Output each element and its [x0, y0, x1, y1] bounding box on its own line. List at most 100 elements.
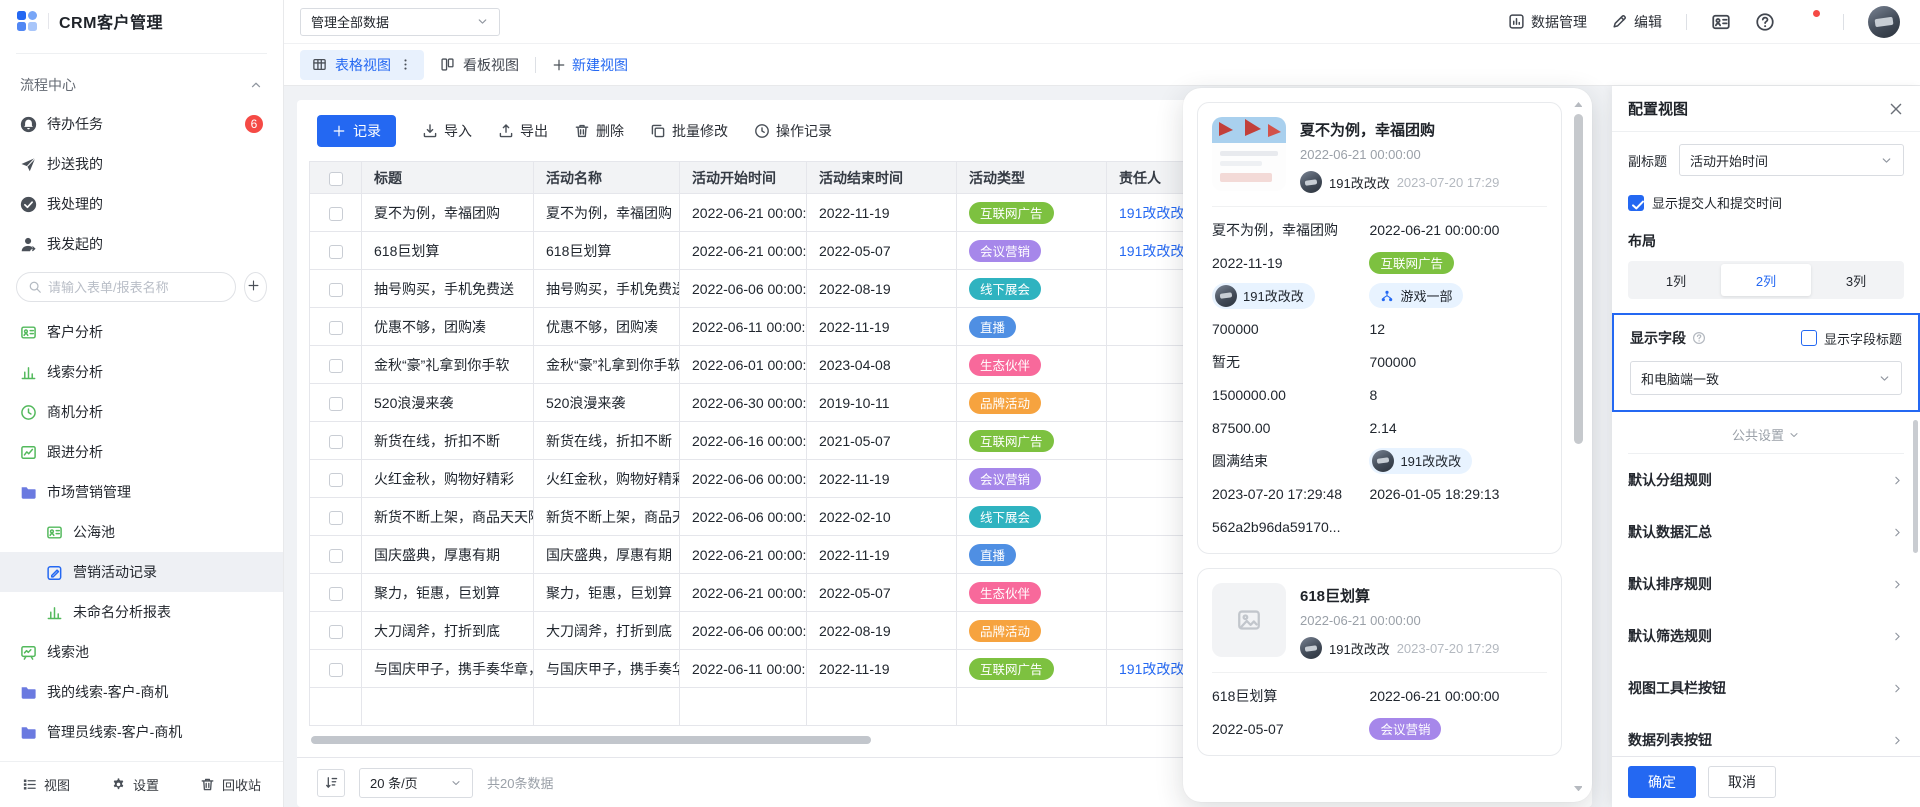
sidebar-footer-recycle-bin[interactable]: 回收站 — [200, 775, 261, 794]
scrollbar-thumb[interactable] — [1574, 114, 1583, 444]
row-checkbox[interactable] — [329, 321, 343, 335]
sidebar-section-process-center[interactable]: 流程中心 — [0, 66, 283, 104]
subtitle-select[interactable]: 活动开始时间 — [1679, 144, 1904, 176]
cancel-button[interactable]: 取消 — [1708, 766, 1776, 798]
owner-link[interactable]: 191改改改 — [1119, 661, 1184, 677]
edit-button[interactable]: 编辑 — [1611, 12, 1662, 32]
sidebar-footer-views[interactable]: 视图 — [22, 775, 70, 794]
config-item-default-sort-rule[interactable]: 默认排序规则 — [1628, 558, 1904, 610]
data-scope-select[interactable]: 管理全部数据 — [300, 8, 500, 36]
sidebar-footer-settings[interactable]: 设置 — [111, 775, 159, 794]
config-scrollbar-thumb[interactable] — [1913, 420, 1918, 553]
config-item-default-data-summary[interactable]: 默认数据汇总 — [1628, 506, 1904, 558]
record-card[interactable]: 618巨划算 2022-06-21 00:00:00 191改改改 2023-0… — [1197, 568, 1562, 756]
tab-board-view[interactable]: 看板视图 — [440, 55, 519, 75]
sidebar-item-followup-analysis[interactable]: 跟进分析 — [0, 432, 283, 472]
batch-edit-button[interactable]: 批量修改 — [650, 121, 728, 141]
sidebar-item-marketing-management[interactable]: 市场营销管理 — [0, 472, 283, 512]
show-submitter-option[interactable]: 显示提交人和提交时间 — [1628, 193, 1904, 212]
row-checkbox[interactable] — [329, 549, 343, 563]
checkbox-checked[interactable] — [1628, 195, 1644, 211]
sidebar-item-unnamed-analysis-report[interactable]: 未命名分析报表 — [0, 592, 283, 632]
help-icon[interactable] — [1755, 12, 1775, 32]
cell-activity-type: 直播 — [957, 308, 1107, 346]
checkbox-unchecked[interactable] — [1801, 330, 1817, 346]
scroll-down-arrow-icon[interactable] — [1574, 786, 1583, 792]
scroll-up-arrow-icon[interactable] — [1574, 102, 1583, 108]
row-checkbox[interactable] — [329, 587, 343, 601]
search-input[interactable] — [48, 280, 224, 295]
sidebar-item-lead-pool[interactable]: 线索池 — [0, 632, 283, 672]
row-checkbox[interactable] — [329, 625, 343, 639]
question-circle-icon[interactable] — [1692, 331, 1706, 345]
new-view-button[interactable]: 新建视图 — [552, 55, 628, 75]
operation-log-button[interactable]: 操作记录 — [754, 121, 832, 141]
config-item-default-filter-rule[interactable]: 默认筛选规则 — [1628, 610, 1904, 662]
form-search-box[interactable] — [16, 272, 236, 302]
sidebar-item-handled-by-me[interactable]: 我处理的 — [0, 184, 283, 224]
layout-option-2-col[interactable]: 2列 — [1721, 264, 1811, 296]
tab-table-view[interactable]: 表格视图 — [300, 50, 424, 80]
scrollbar-thumb[interactable] — [311, 736, 871, 744]
page-size-select[interactable]: 20 条/页 — [359, 768, 473, 798]
row-checkbox[interactable] — [329, 663, 343, 677]
row-checkbox[interactable] — [329, 397, 343, 411]
search-icon — [28, 280, 42, 294]
layout-option-1-col[interactable]: 1列 — [1631, 264, 1721, 296]
contacts-icon[interactable] — [1711, 12, 1731, 32]
user-chip[interactable]: 191改改改 — [1369, 448, 1472, 474]
select-all-checkbox[interactable] — [329, 172, 343, 186]
column-header[interactable]: 活动开始时间 — [680, 162, 807, 194]
config-item-data-list-buttons[interactable]: 数据列表按钮 — [1628, 714, 1904, 756]
column-header[interactable]: 活动类型 — [957, 162, 1107, 194]
data-manage-button[interactable]: 数据管理 — [1508, 12, 1587, 32]
row-checkbox[interactable] — [329, 245, 343, 259]
delete-button[interactable]: 删除 — [574, 121, 624, 141]
department-chip[interactable]: 游戏一部 — [1369, 283, 1463, 308]
close-icon[interactable] — [1888, 101, 1904, 117]
field-value: 2022-05-07 — [1212, 712, 1369, 745]
import-button[interactable]: 导入 — [422, 121, 472, 141]
more-dots-icon[interactable] — [399, 58, 412, 71]
sidebar-item-lead-analysis[interactable]: 线索分析 — [0, 352, 283, 392]
user-chip[interactable]: 191改改改 — [1212, 283, 1315, 309]
add-form-button[interactable] — [244, 272, 267, 302]
user-avatar[interactable] — [1868, 6, 1900, 38]
sidebar-item-started-by-me[interactable]: 我发起的 — [0, 224, 283, 264]
sidebar-item-admin-leads-customers-opportunities[interactable]: 管理员线索-客户-商机 — [0, 712, 283, 752]
record-card[interactable]: 夏不为例，幸福团购 2022-06-21 00:00:00 191改改改 202… — [1197, 102, 1562, 554]
sidebar-item-customer-analysis[interactable]: 客户分析 — [0, 312, 283, 352]
owner-link[interactable]: 191改改改 — [1119, 205, 1184, 221]
export-button[interactable]: 导出 — [498, 121, 548, 141]
column-header[interactable]: 活动结束时间 — [807, 162, 957, 194]
config-panel-header: 配置视图 — [1612, 86, 1920, 132]
owner-link[interactable]: 191改改改 — [1119, 243, 1184, 259]
add-record-button[interactable]: 记录 — [317, 115, 396, 147]
config-item-default-group-rule[interactable]: 默认分组规则 — [1628, 454, 1904, 506]
record-subtitle: 2022-06-21 00:00:00 — [1300, 147, 1499, 162]
layout-option-3-col[interactable]: 3列 — [1811, 264, 1901, 296]
row-checkbox[interactable] — [329, 473, 343, 487]
column-header[interactable]: 标题 — [362, 162, 534, 194]
row-checkbox[interactable] — [329, 207, 343, 221]
display-fields-select[interactable]: 和电脑端一致 — [1630, 361, 1902, 395]
cards-scrollbar[interactable] — [1573, 102, 1583, 792]
show-field-title-option[interactable]: 显示字段标题 — [1801, 329, 1902, 348]
column-header[interactable]: 活动名称 — [534, 162, 680, 194]
row-checkbox[interactable] — [329, 359, 343, 373]
sidebar-item-todo-tasks[interactable]: 待办任务 6 — [0, 104, 283, 144]
config-item-view-toolbar-buttons[interactable]: 视图工具栏按钮 — [1628, 662, 1904, 714]
row-checkbox[interactable] — [329, 435, 343, 449]
sidebar-item-cc-to-me[interactable]: 抄送我的 — [0, 144, 283, 184]
confirm-button[interactable]: 确定 — [1628, 766, 1696, 798]
sidebar-item-opportunity-analysis[interactable]: 商机分析 — [0, 392, 283, 432]
sidebar-item-public-sea-pool[interactable]: 公海池 — [0, 512, 283, 552]
row-checkbox[interactable] — [329, 511, 343, 525]
sidebar-item-marketing-activity-records[interactable]: 营销活动记录 — [0, 552, 283, 592]
common-settings-toggle[interactable]: 公共设置 — [1628, 425, 1904, 444]
field-value: 700000 — [1212, 312, 1369, 345]
sidebar-item-my-leads-customers-opportunities[interactable]: 我的线索-客户-商机 — [0, 672, 283, 712]
row-checkbox[interactable] — [329, 283, 343, 297]
row-height-button[interactable] — [317, 769, 345, 797]
notification-bell-icon[interactable] — [1799, 12, 1819, 32]
